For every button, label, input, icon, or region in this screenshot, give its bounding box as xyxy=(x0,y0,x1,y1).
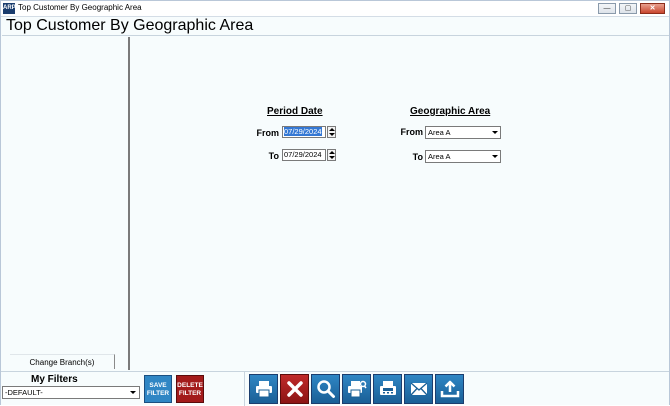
window-controls: — ▢ ✕ xyxy=(598,3,665,14)
area-to-select[interactable]: Area A xyxy=(425,150,501,163)
page-title: Top Customer By Geographic Area xyxy=(6,17,254,34)
period-from-date-input[interactable]: 07/29/2024 xyxy=(282,126,326,138)
export-button[interactable] xyxy=(435,374,464,404)
chevron-down-icon xyxy=(130,391,136,394)
fax-button[interactable] xyxy=(373,374,402,404)
delete-filter-label-2: FILTER xyxy=(178,390,202,397)
chevron-down-icon xyxy=(492,155,498,158)
area-from-select[interactable]: Area A xyxy=(425,126,501,139)
email-button[interactable] xyxy=(404,374,433,404)
sidebar: Change Branch(s) xyxy=(2,37,130,370)
my-filters-title: My Filters xyxy=(31,374,78,385)
app-icon: ARP xyxy=(3,3,16,14)
period-date-title: Period Date xyxy=(267,106,323,117)
filters-select[interactable]: -DEFAULT- xyxy=(2,386,140,399)
save-filter-label-2: FILTER xyxy=(146,390,170,397)
search-button[interactable] xyxy=(311,374,340,404)
area-to-value: Area A xyxy=(428,152,451,161)
print-preview-icon xyxy=(347,380,367,398)
period-to-date-input[interactable]: 07/29/2024 xyxy=(282,149,326,161)
email-icon xyxy=(410,382,427,396)
cancel-button[interactable] xyxy=(280,374,309,404)
export-icon xyxy=(440,380,459,398)
maximize-button[interactable]: ▢ xyxy=(619,3,637,14)
period-from-date-value: 07/29/2024 xyxy=(284,127,322,136)
bottom-toolbar: My Filters -DEFAULT- SAVE FILTER DELETE … xyxy=(1,371,669,406)
delete-filter-label-1: DELETE xyxy=(177,382,203,389)
app-window: ARP Top Customer By Geographic Area — ▢ … xyxy=(0,0,670,406)
action-toolbar xyxy=(244,372,470,406)
print-preview-button[interactable] xyxy=(342,374,371,404)
period-to-label: To xyxy=(268,151,279,161)
fax-icon xyxy=(379,381,396,395)
cancel-icon xyxy=(286,381,303,397)
print-button[interactable] xyxy=(249,374,278,404)
save-filter-button[interactable]: SAVE FILTER xyxy=(144,375,172,403)
period-to-date-spinner[interactable] xyxy=(327,149,336,161)
save-filter-label-1: SAVE xyxy=(149,382,167,389)
period-from-label: From xyxy=(256,128,280,138)
minimize-button[interactable]: — xyxy=(598,3,616,14)
window-title: Top Customer By Geographic Area xyxy=(18,3,142,12)
delete-filter-button[interactable]: DELETE FILTER xyxy=(176,375,204,403)
search-icon xyxy=(316,380,335,398)
area-from-value: Area A xyxy=(428,128,451,137)
filters-selected-value: -DEFAULT- xyxy=(5,388,43,397)
area-to-label: To xyxy=(412,152,423,162)
print-icon xyxy=(255,381,272,398)
area-from-label: From xyxy=(400,127,424,137)
title-bar: ARP Top Customer By Geographic Area — ▢ … xyxy=(1,1,669,17)
report-parameters-panel: Period Date From 07/29/2024 To 07/29/202… xyxy=(133,37,669,370)
chevron-down-icon xyxy=(492,131,498,134)
close-button[interactable]: ✕ xyxy=(640,3,665,14)
period-from-date-spinner[interactable] xyxy=(327,126,336,138)
geographic-area-title: Geographic Area xyxy=(410,106,491,117)
change-branch-button[interactable]: Change Branch(s) xyxy=(10,354,115,369)
page-header: Top Customer By Geographic Area xyxy=(2,17,669,36)
